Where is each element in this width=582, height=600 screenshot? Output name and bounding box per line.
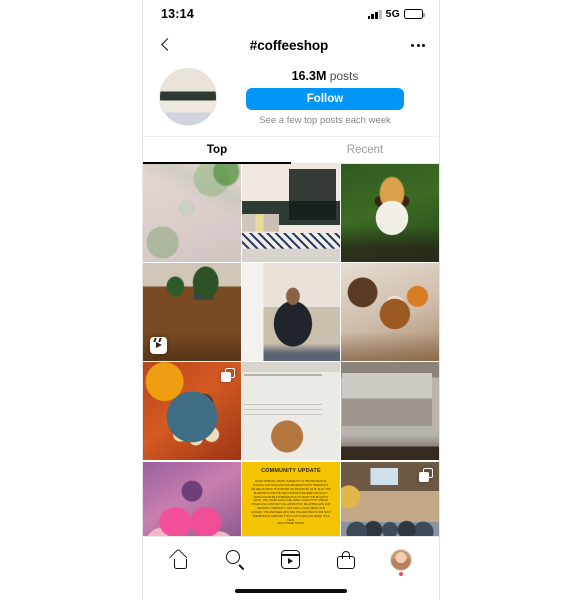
post-thumbnail (242, 263, 340, 361)
post-honeycomb-drink[interactable] (341, 164, 439, 262)
profile-avatar-icon (390, 548, 413, 571)
page-title: #coffeeshop (249, 37, 329, 53)
post-newspaper-latte-art[interactable] (242, 362, 340, 461)
post-thumbnail (242, 164, 340, 262)
status-time: 13:14 (161, 7, 194, 21)
posts-count-line: 16.3M posts (292, 69, 359, 83)
nav-shop[interactable] (329, 545, 363, 575)
nav-search[interactable] (219, 545, 253, 575)
notification-dot (399, 571, 404, 576)
post-thumbnail (341, 362, 439, 461)
battery-icon (404, 9, 425, 19)
post-cafe-interior-menu[interactable] (242, 164, 340, 262)
status-indicators: 5G (367, 8, 425, 20)
hashtag-details: 16.3M posts Follow See a few top posts e… (221, 69, 423, 126)
poster-body: GOOD MORNING. WE'RE CURRENTLY IN THE PRO… (251, 480, 331, 522)
bottom-navigation (143, 536, 439, 582)
phone-screen: 13:14 5G #coffeeshop 16.3M posts Follow … (142, 0, 440, 600)
search-icon (226, 550, 245, 571)
avatar-wrap (159, 68, 221, 126)
shop-bag-icon (337, 550, 356, 569)
hashtag-avatar[interactable] (159, 68, 217, 126)
post-thumbnail (143, 461, 241, 536)
back-chevron-icon[interactable] (157, 36, 175, 54)
post-espresso-machine[interactable] (341, 362, 439, 461)
nav-profile[interactable] (384, 545, 418, 576)
tab-recent[interactable]: Recent (291, 137, 439, 163)
post-thumbnail (143, 164, 241, 262)
post-coffee-tray[interactable] (143, 362, 241, 461)
post-community-update[interactable]: COMMUNITY UPDATE GOOD MORNING. WE'RE CUR… (242, 461, 340, 536)
post-man-by-window[interactable] (242, 263, 340, 361)
post-thumbnail: COMMUNITY UPDATE GOOD MORNING. WE'RE CUR… (242, 461, 340, 536)
poster-title: COMMUNITY UPDATE (261, 468, 321, 475)
post-staff-group-photo[interactable] (341, 461, 439, 536)
nav-home[interactable] (164, 545, 198, 575)
hashtag-note: See a few top posts each week (259, 114, 391, 126)
reels-icon (281, 550, 301, 569)
home-icon (169, 547, 190, 569)
carousel-badge-icon (220, 368, 235, 383)
carousel-badge-icon (418, 467, 433, 482)
post-marble-wall-plant[interactable] (143, 164, 241, 262)
page-header: #coffeeshop (143, 28, 439, 62)
hashtag-info: 16.3M posts Follow See a few top posts e… (143, 62, 439, 137)
home-indicator[interactable] (235, 589, 347, 593)
posts-count: 16.3M (291, 68, 327, 83)
posts-label: posts (329, 68, 359, 83)
post-thumbnail (242, 362, 340, 461)
post-pumpkin-latte[interactable] (341, 263, 439, 361)
more-options-icon[interactable] (403, 43, 425, 47)
post-thumbnail (341, 263, 439, 361)
poster-hours: NEW COFFEE HOURS: (277, 522, 305, 526)
post-grid: COMMUNITY UPDATE GOOD MORNING. WE'RE CUR… (143, 164, 439, 536)
nav-reels[interactable] (274, 545, 308, 575)
status-bar: 13:14 5G (143, 0, 439, 28)
tab-top[interactable]: Top (143, 137, 291, 164)
post-thumbnail (341, 164, 439, 262)
signal-bars-icon (367, 9, 382, 19)
screenshot-root: 13:14 5G #coffeeshop 16.3M posts Follow … (0, 0, 582, 600)
reels-badge-icon (150, 336, 167, 354)
home-indicator-area (143, 582, 439, 600)
post-pink-cups-flowers[interactable] (143, 461, 241, 536)
follow-button[interactable]: Follow (246, 87, 404, 110)
tab-bar: Top Recent (143, 137, 439, 164)
network-label: 5G (385, 8, 400, 20)
post-plants-interior[interactable] (143, 263, 241, 361)
